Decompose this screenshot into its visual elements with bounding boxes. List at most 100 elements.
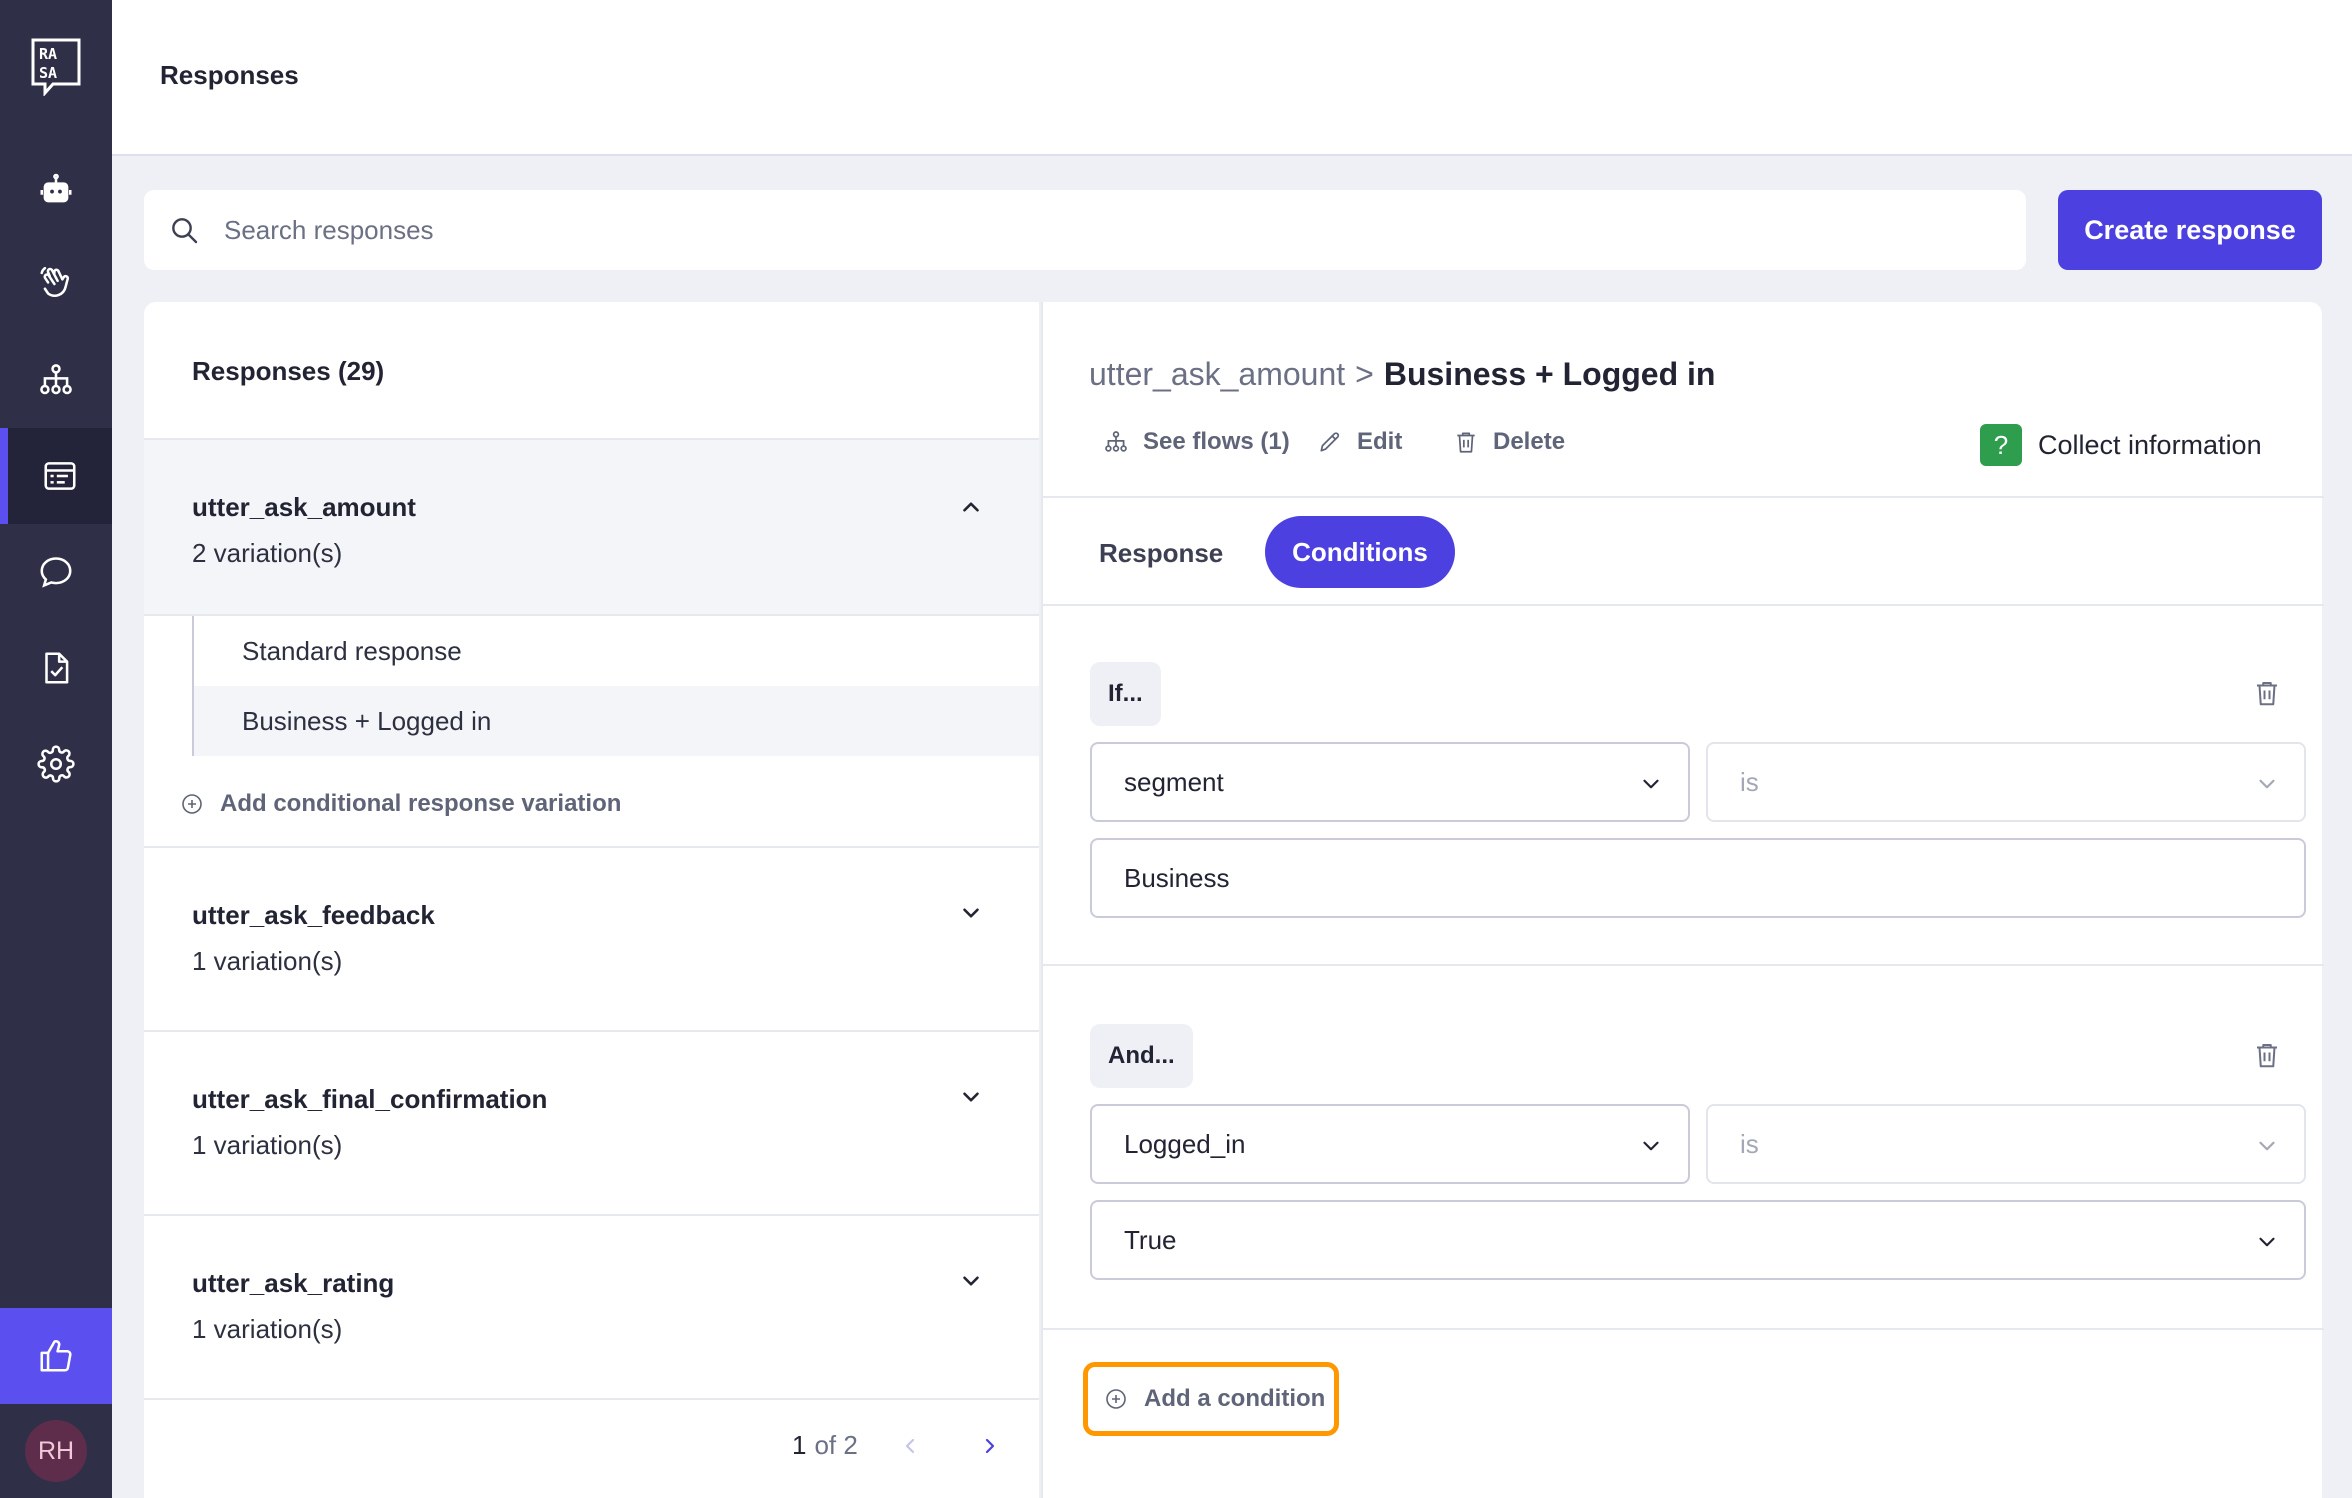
top-header: Responses (112, 0, 2352, 156)
delete-label: Delete (1493, 428, 1566, 455)
sidebar-item-responses[interactable] (0, 428, 112, 524)
responses-list: Responses (29) utter_ask_amount 2 variat… (144, 302, 1039, 1498)
responses-icon (44, 462, 76, 490)
sidebar: RA SA RH (0, 0, 112, 1498)
trash-icon[interactable] (2252, 1040, 2282, 1070)
select-value: True (1124, 1224, 1177, 1255)
list-title: Responses (29) (192, 356, 385, 386)
group-count: 1 variation(s) (192, 1314, 343, 1344)
chevron-up-icon[interactable] (958, 494, 984, 520)
search-icon (172, 218, 198, 244)
group-count: 1 variation(s) (192, 946, 343, 976)
response-group-utter-ask-final-confirmation[interactable]: utter_ask_final_confirmation 1 variation… (144, 1032, 1039, 1214)
group-count: 2 variation(s) (192, 538, 343, 568)
condition-label-if: If... (1090, 662, 1161, 726)
chevron-down-icon (1643, 779, 1659, 789)
sidebar-item-greetings[interactable] (0, 236, 112, 332)
create-response-button[interactable]: Create response (2058, 190, 2322, 270)
condition-slot-select[interactable]: Logged_in (1090, 1104, 1690, 1184)
sidebar-item-flows[interactable] (0, 332, 112, 428)
edit-button[interactable]: Edit (1317, 428, 1402, 456)
plus-circle-icon (182, 794, 202, 814)
select-value: is (1740, 766, 1759, 797)
page-title: Responses (160, 60, 299, 90)
chevron-down-icon[interactable] (958, 1084, 984, 1110)
sidebar-item-tests[interactable] (0, 620, 112, 716)
robot-icon (40, 173, 72, 203)
divider (1043, 604, 2324, 606)
document-check-icon (45, 652, 69, 684)
collect-label: Collect information (2038, 429, 2262, 460)
variation-item-standard[interactable]: Standard response (192, 616, 1039, 686)
chevron-right-icon[interactable] (978, 1434, 1002, 1458)
breadcrumb-parent[interactable]: utter_ask_amount (1089, 356, 1345, 393)
add-condition-label: Add a condition (1144, 1385, 1326, 1412)
group-name: utter_ask_final_confirmation (192, 1084, 548, 1114)
chevron-down-icon (2259, 779, 2275, 789)
chevron-down-icon[interactable] (958, 1268, 984, 1294)
condition-slot-select[interactable]: segment (1090, 742, 1690, 822)
thumbs-up-icon (40, 1340, 72, 1372)
plus-circle-icon (1106, 1389, 1126, 1409)
question-icon: ? (1980, 424, 2022, 466)
condition-value-input[interactable]: Business (1090, 838, 2306, 918)
pencil-icon (1320, 432, 1340, 452)
hand-wave-icon (40, 266, 69, 297)
svg-text:RA: RA (39, 45, 57, 63)
chevron-down-icon (2259, 1237, 2275, 1247)
chevron-down-icon (2259, 1141, 2275, 1151)
divider (1043, 496, 2324, 498)
sidebar-item-assistant[interactable] (0, 142, 112, 238)
svg-text:SA: SA (39, 64, 57, 82)
condition-operator-select: is (1706, 742, 2306, 822)
response-group-utter-ask-rating[interactable]: utter_ask_rating 1 variation(s) (144, 1216, 1039, 1398)
add-condition-button[interactable]: Add a condition (1083, 1362, 1339, 1436)
rasa-logo[interactable]: RA SA (31, 38, 81, 96)
variation-item-selected[interactable]: Business + Logged in (192, 686, 1039, 756)
tab-conditions[interactable]: Conditions (1265, 516, 1455, 588)
breadcrumb-separator: > (1355, 356, 1374, 392)
chevron-left-icon[interactable] (898, 1434, 922, 1458)
search-bar[interactable] (144, 190, 2026, 270)
add-variation-link[interactable]: Add conditional response variation (180, 790, 621, 818)
chevron-down-icon[interactable] (958, 900, 984, 926)
tab-response[interactable]: Response (1099, 538, 1223, 569)
divider (1043, 1328, 2324, 1330)
flows-icon (40, 364, 72, 395)
group-name: utter_ask_feedback (192, 900, 435, 930)
select-value: segment (1124, 766, 1224, 797)
page-current: 1 (792, 1430, 807, 1460)
avatar[interactable]: RH (25, 1420, 87, 1482)
chat-icon (40, 557, 72, 588)
group-count: 1 variation(s) (192, 1130, 343, 1160)
pagination: 1 of 2 (792, 1430, 1002, 1461)
breadcrumb-current: Business + Logged in (1383, 356, 1716, 392)
select-value: Logged_in (1124, 1128, 1246, 1159)
feedback-button[interactable] (0, 1308, 112, 1404)
add-variation-label: Add conditional response variation (220, 790, 622, 817)
breadcrumb: utter_ask_amount > Business + Logged in (1089, 356, 1715, 393)
search-input[interactable] (224, 214, 1924, 246)
sidebar-item-settings[interactable] (0, 716, 112, 812)
response-group-utter-ask-feedback[interactable]: utter_ask_feedback 1 variation(s) (144, 848, 1039, 1030)
condition-value-select[interactable]: True (1090, 1200, 2306, 1280)
condition-operator-select: is (1706, 1104, 2306, 1184)
see-flows-button[interactable]: See flows (1) (1103, 428, 1290, 456)
input-value: Business (1124, 862, 1230, 893)
sidebar-item-conversations[interactable] (0, 524, 112, 620)
page-total: of 2 (814, 1430, 858, 1460)
group-name: utter_ask_amount (192, 492, 416, 522)
condition-label-and: And... (1090, 1024, 1193, 1088)
edit-label: Edit (1357, 428, 1403, 455)
gear-icon (37, 745, 75, 783)
group-name: utter_ask_rating (192, 1268, 395, 1298)
divider (1043, 964, 2324, 966)
see-flows-label: See flows (1) (1143, 428, 1290, 455)
select-value: is (1740, 1128, 1759, 1159)
trash-icon (1457, 432, 1475, 453)
collect-information-tag: ? Collect information (1980, 424, 2262, 466)
trash-icon[interactable] (2252, 678, 2282, 708)
divider (144, 1398, 1039, 1400)
delete-button[interactable]: Delete (1453, 428, 1565, 456)
group-header[interactable] (144, 440, 1039, 614)
